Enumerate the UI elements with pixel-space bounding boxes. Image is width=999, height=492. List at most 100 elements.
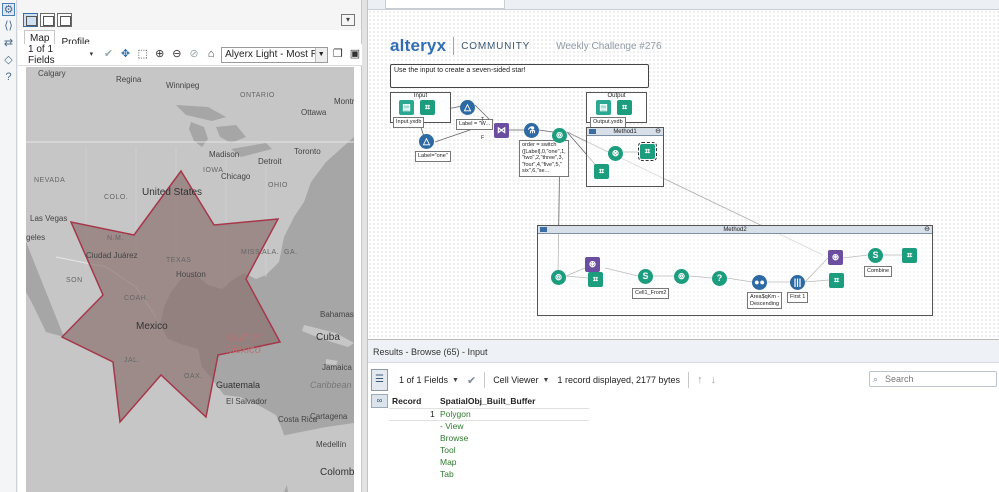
- chevron-down-icon: ▼: [314, 47, 327, 62]
- pan-icon[interactable]: ✥: [118, 47, 132, 62]
- spatial-tool[interactable]: ⊗: [608, 146, 623, 161]
- home-icon[interactable]: ⌂: [204, 47, 218, 62]
- chevron-down-icon[interactable]: ▼: [452, 377, 459, 384]
- single-layout-button[interactable]: [23, 13, 38, 27]
- map-label-ottawa: Ottawa: [301, 108, 327, 117]
- results-toolbar: ☰ 1 of 1 Fields ▼ ✔ Cell Viewer ▼ 1 reco…: [368, 367, 999, 393]
- code-icon[interactable]: ⟨⟩: [2, 20, 15, 33]
- method1-browse-tool-2[interactable]: ⌗: [594, 164, 609, 179]
- method2-browse-tool[interactable]: ⌗: [588, 272, 603, 287]
- map-label-cartagena: Cartagena: [310, 412, 348, 421]
- workflow-canvas[interactable]: alteryx COMMUNITY Weekly Challenge #276 …: [368, 10, 999, 340]
- map-label-ciudad-juarez: Ciudad Juárez: [86, 251, 138, 260]
- output-browse-tool[interactable]: ⌗: [617, 100, 632, 115]
- method2-final-browse-tool[interactable]: ⌗: [902, 248, 917, 263]
- map-label-ala: ALA.: [262, 249, 280, 256]
- horizontal-layout-button[interactable]: [40, 13, 55, 27]
- results-title: Results - Browse (65) - Input: [368, 341, 999, 363]
- map-label-ontario: ONTARIO: [240, 92, 275, 99]
- map-label-detroit: Detroit: [258, 157, 282, 166]
- copy-icon[interactable]: ❐: [331, 47, 345, 62]
- column-header-spatial[interactable]: SpatialObj_Built_Buffer: [440, 394, 535, 408]
- wire-label-f: F: [481, 135, 485, 141]
- wire: [538, 129, 554, 133]
- method2-browse-tool-2[interactable]: ⌗: [829, 273, 844, 288]
- binoculars-icon[interactable]: ∞: [371, 394, 388, 408]
- formula-tool[interactable]: ⚗: [524, 123, 539, 138]
- output-tool-label: Output.yxdb: [590, 117, 626, 128]
- workflow-tab[interactable]: [385, 0, 505, 9]
- vertical-layout-button[interactable]: [57, 13, 72, 27]
- map-label-texas: TEXAS: [166, 257, 192, 264]
- workflow-tab-bar: [368, 0, 999, 10]
- chevron-down-icon[interactable]: ▼: [543, 377, 550, 384]
- configuration-icon[interactable]: ⚙: [2, 3, 15, 16]
- map-style-label: Alyerx Light - Most Recent: [225, 48, 327, 60]
- method2-sort-tool[interactable]: ⊚: [551, 270, 566, 285]
- method1-browse-tool[interactable]: ⌗: [638, 142, 657, 161]
- combine-tool[interactable]: S: [868, 248, 883, 263]
- formula-filter-tool[interactable]: △: [460, 100, 475, 115]
- map-view[interactable]: Calgary Regina Winnipeg ONTARIO Ottawa M…: [26, 67, 354, 492]
- cell-from-label: Cell1_From2: [632, 288, 670, 299]
- panel-options-button[interactable]: ▾: [341, 14, 355, 26]
- output-data-tool[interactable]: ▤: [596, 100, 611, 115]
- browse-tool[interactable]: ⌗: [420, 100, 435, 115]
- chevron-down-icon[interactable]: ▾: [84, 47, 98, 62]
- apply-check-icon[interactable]: ✔: [467, 374, 476, 387]
- alteryx-designer-window: ⚙ ⟨⟩ ⇄ ◇ ? ▾ Map Profile 1 of 1 Fields ▾…: [0, 0, 999, 492]
- area-sort-tool[interactable]: ●●: [752, 275, 767, 290]
- select-rectangle-icon[interactable]: ⬚: [136, 47, 150, 62]
- multi-row-tool[interactable]: ⊚: [674, 269, 689, 284]
- wire-label-t: T: [481, 117, 485, 123]
- cell-viewer-select[interactable]: Cell Viewer: [493, 375, 538, 385]
- row-spatial-value[interactable]: Polygon - View Browse Tool Map Tab: [440, 408, 471, 479]
- search-placeholder: Search: [885, 374, 914, 384]
- results-grid-icon[interactable]: ☰: [371, 369, 388, 391]
- search-icon: ⌕: [873, 374, 879, 384]
- map-label-cuba: Cuba: [316, 332, 340, 343]
- union-tool[interactable]: ⋈: [494, 123, 509, 138]
- sort-tool[interactable]: ⊚: [552, 128, 567, 143]
- area-desc-label: Area$qKm - Descending: [747, 292, 783, 309]
- map-label-iowa: IOWA: [203, 167, 224, 174]
- zoom-in-icon[interactable]: ⊕: [153, 47, 167, 62]
- zoom-selection-icon[interactable]: ⊘: [187, 47, 201, 62]
- arrow-down-icon[interactable]: ↓: [711, 374, 717, 386]
- column-header-record[interactable]: Record: [392, 394, 421, 408]
- tag-icon[interactable]: ◇: [2, 54, 15, 67]
- combine-label: Combine: [864, 266, 893, 277]
- collapse-icon[interactable]: ⊖: [924, 226, 930, 234]
- results-panel: Results - Browse (65) - Input ☰ 1 of 1 F…: [368, 341, 999, 492]
- poly-build-tool[interactable]: S: [638, 269, 653, 284]
- map-label-ohio: OHIO: [268, 182, 288, 189]
- apply-check-icon[interactable]: ✔: [101, 47, 115, 62]
- method2-join-tool-2[interactable]: ⊛: [828, 250, 843, 265]
- help-icon[interactable]: ?: [2, 71, 15, 84]
- container-icon: [589, 129, 596, 134]
- map-style-select[interactable]: Alyerx Light - Most Recent▼: [221, 46, 328, 63]
- method1-header: Method1 ⊖: [587, 128, 663, 136]
- zoom-out-icon[interactable]: ⊖: [170, 47, 184, 62]
- map-toolbar: 1 of 1 Fields ▾ ✔ ✥ ⬚ ⊕ ⊖ ⊘ ⌂ Alyerx Lig…: [18, 44, 362, 66]
- fields-select[interactable]: 1 of 1 Fields: [26, 44, 81, 66]
- save-icon[interactable]: ▣: [348, 47, 362, 62]
- map-label-caribbean: Caribbean: [310, 380, 352, 390]
- results-fields-select[interactable]: 1 of 1 Fields: [399, 375, 448, 385]
- map-label-coah: COAH.: [124, 295, 149, 302]
- connections-icon[interactable]: ⇄: [2, 37, 15, 50]
- summarize-tool[interactable]: ?: [712, 271, 727, 286]
- filter-tool[interactable]: △: [419, 134, 434, 149]
- method2-join-tool[interactable]: ⊛: [585, 257, 600, 272]
- sample-tool[interactable]: |||: [790, 275, 805, 290]
- record-count: 1 record displayed, 2177 bytes: [557, 375, 681, 385]
- collapse-icon[interactable]: ⊖: [655, 128, 661, 136]
- browse-header: ▾: [18, 0, 361, 30]
- map-label-los-angeles: geles: [26, 233, 46, 242]
- arrow-up-icon[interactable]: ↑: [697, 374, 703, 386]
- search-input[interactable]: ⌕ Search: [869, 371, 997, 387]
- map-label-son: SON: [66, 277, 83, 284]
- method2-title: Method2: [723, 227, 747, 233]
- map-label-mexico: Mexico: [136, 321, 168, 332]
- input-data-tool[interactable]: ▤: [399, 100, 414, 115]
